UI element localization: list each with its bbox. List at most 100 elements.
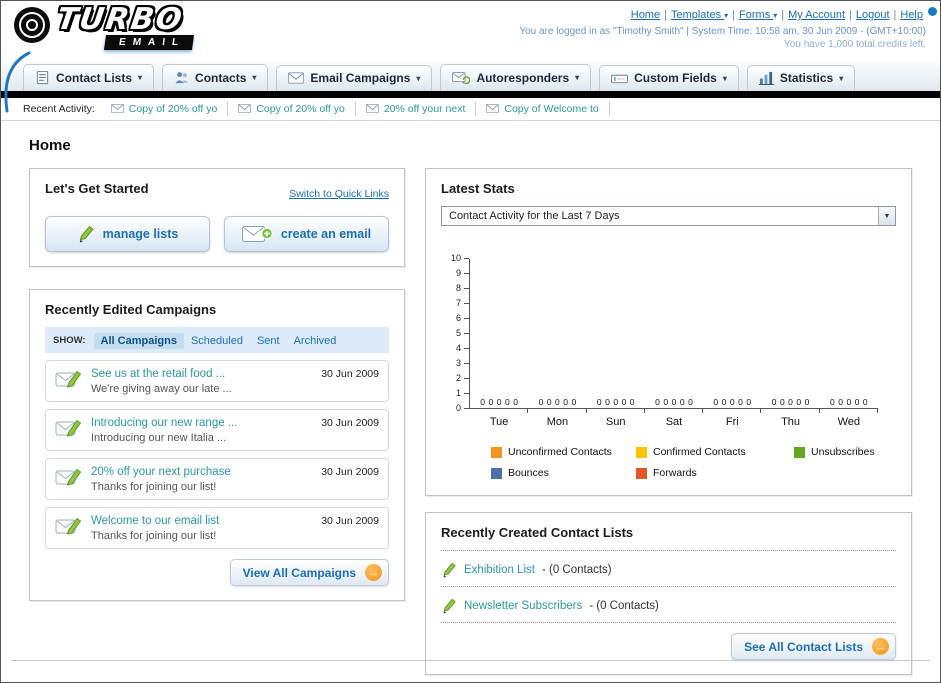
recent-activity-label: Recent Activity:	[23, 103, 95, 115]
recent-activity-item[interactable]: 20% off your next	[356, 101, 477, 116]
statistics-icon	[758, 71, 774, 85]
campaign-subtitle: Introducing our new Italia ...	[91, 432, 227, 444]
nav-divider-bar	[1, 91, 940, 98]
bar-value-label: 0	[838, 397, 843, 407]
legend-label: Bounces	[508, 467, 549, 479]
chevron-down-icon: ▾	[138, 73, 143, 82]
campaign-filter-bar: SHOW: All Campaigns Scheduled Sent Archived	[45, 327, 389, 353]
recent-activity-item[interactable]: Copy of 20% off yo	[101, 101, 229, 116]
header-link-help[interactable]: Help	[900, 9, 923, 21]
bar-value-label: 0	[613, 397, 619, 407]
separator	[441, 586, 896, 587]
pencil-icon	[441, 562, 457, 578]
chevron-down-icon: ▾	[722, 73, 727, 83]
recent-activity-link[interactable]: Copy of 20% off yo	[256, 103, 345, 115]
contact-list-link[interactable]: Newsletter Subscribers	[464, 600, 582, 612]
contact-list-meta: - (0 Contacts)	[589, 600, 659, 612]
bar-value-label: 0	[688, 397, 693, 407]
tab-statistics[interactable]: Statistics ▾	[746, 65, 856, 91]
filter-all-campaigns[interactable]: All Campaigns	[93, 333, 184, 349]
campaign-title-link[interactable]: Welcome to our email list	[91, 515, 219, 527]
header-link-templates[interactable]: Templates ▾	[671, 9, 728, 21]
latest-stats-panel: Latest Stats Contact Activity for the La…	[425, 168, 912, 496]
chart-day-group: 00000	[470, 259, 529, 413]
campaign-list-item[interactable]: See us at the retail food ... We're givin…	[45, 360, 389, 402]
tab-email-campaigns[interactable]: Email Campaigns ▾	[276, 65, 433, 91]
switch-quick-links-link[interactable]: Switch to Quick Links	[289, 188, 389, 200]
header-link-forms[interactable]: Forms ▾	[739, 9, 777, 21]
tab-contacts[interactable]: Contacts ▾	[162, 64, 269, 91]
header-link-logout[interactable]: Logout	[856, 9, 890, 21]
bar-value-labels: 00000	[772, 397, 810, 407]
contact-list-link[interactable]: Exhibition List	[464, 564, 535, 576]
y-tick-label: 2	[455, 373, 461, 383]
get-started-panel: Let's Get Started Switch to Quick Links …	[29, 168, 405, 267]
bar-value-label: 0	[655, 397, 660, 407]
campaign-list-item[interactable]: Welcome to our email list Thanks for join…	[45, 507, 389, 549]
turbo-fan-icon	[14, 7, 50, 43]
y-tick-label: 5	[455, 328, 461, 338]
latest-stats-title: Latest Stats	[441, 181, 515, 196]
bar-value-label: 0	[596, 397, 602, 407]
legend-item: Confirmed Contacts	[636, 446, 794, 458]
recent-activity-link[interactable]: Copy of 20% off yo	[129, 103, 218, 115]
y-tick-label: 4	[455, 343, 461, 353]
turbo-email-logo: TURBO EMAIL	[13, 2, 195, 61]
bar-value-label: 0	[513, 397, 518, 407]
chevron-down-icon: ▾	[839, 73, 844, 83]
campaign-list-item[interactable]: Introducing our new range ... Introducing…	[45, 409, 389, 451]
recent-activity-item[interactable]: Copy of Welcome to	[476, 101, 610, 116]
bar-value-label: 0	[846, 397, 852, 407]
legend-swatch	[491, 467, 502, 479]
email-campaigns-icon	[288, 72, 305, 84]
tab-autoresponders[interactable]: Autoresponders ▾	[440, 64, 592, 91]
bar-value-label: 0	[621, 397, 627, 407]
recent-activity-link[interactable]: Copy of Welcome to	[504, 103, 598, 115]
contact-list-meta: - (0 Contacts)	[541, 564, 612, 576]
link-separator: |	[781, 9, 785, 21]
campaign-list-item[interactable]: 20% off your next purchase Thanks for joi…	[45, 458, 389, 500]
create-email-button[interactable]: create an email	[224, 216, 389, 252]
separator	[441, 550, 896, 551]
bar-value-label: 0	[538, 397, 544, 407]
campaign-title-link[interactable]: 20% off your next purchase	[91, 466, 231, 478]
bar-value-label: 0	[480, 397, 486, 407]
header-link-home[interactable]: Home	[631, 9, 660, 21]
recent-activity-items: Copy of 20% off yo Copy of 20% off yo 20% …	[101, 101, 610, 117]
bar-value-labels: 00000	[480, 397, 518, 407]
recent-contact-lists-title: Recently Created Contact Lists	[441, 525, 634, 540]
header-link-my-account[interactable]: My Account	[788, 9, 845, 21]
filter-scheduled[interactable]: Scheduled	[184, 333, 250, 349]
link-separator: |	[664, 9, 667, 21]
bar-value-labels: 00000	[830, 397, 868, 407]
separator	[441, 622, 896, 623]
campaign-title-link[interactable]: Introducing our new range ...	[91, 417, 237, 429]
bar-value-label: 0	[555, 397, 560, 407]
recent-activity-item[interactable]: Copy of 20% off yo	[228, 101, 356, 116]
bar-value-label: 0	[779, 397, 785, 407]
bar-value-label: 0	[505, 397, 510, 407]
recent-campaigns-title: Recently Edited Campaigns	[45, 302, 217, 317]
campaign-edit-icon	[55, 416, 82, 439]
campaign-list: See us at the retail food ... We're givin…	[45, 360, 389, 549]
campaign-date: 30 Jun 2009	[321, 515, 379, 527]
filter-sent[interactable]: Sent	[250, 333, 287, 349]
see-all-contact-lists-label: See All Contact Lists	[744, 639, 863, 654]
tab-contact-lists[interactable]: Contact Lists ▾	[23, 64, 155, 91]
bar-value-label: 0	[804, 397, 810, 407]
campaign-title-link[interactable]: See us at the retail food ...	[91, 368, 232, 380]
legend-swatch	[794, 446, 805, 458]
manage-lists-button[interactable]: manage lists	[45, 216, 210, 252]
legend-item: Unsubscribes	[794, 446, 878, 458]
x-axis-label: Sat	[665, 416, 683, 428]
view-all-campaigns-button[interactable]: View All Campaigns →	[229, 559, 389, 586]
stats-bar-chart: 0 1 2 3 4 5 6 7 8 9 10 000000000000000000000000000…	[441, 253, 896, 479]
footer-divider	[11, 660, 930, 661]
see-all-contact-lists-button[interactable]: See All Contact Lists →	[731, 633, 896, 660]
campaign-date: 30 Jun 2009	[321, 368, 379, 380]
filter-archived[interactable]: Archived	[287, 333, 344, 349]
recent-activity-link[interactable]: 20% off your next	[384, 103, 466, 115]
tab-custom-fields[interactable]: Custom Fields ▾	[599, 65, 739, 91]
stats-period-select[interactable]: Contact Activity for the Last 7 Days ▼	[441, 206, 896, 226]
chevron-down-icon: ▼	[878, 207, 895, 225]
